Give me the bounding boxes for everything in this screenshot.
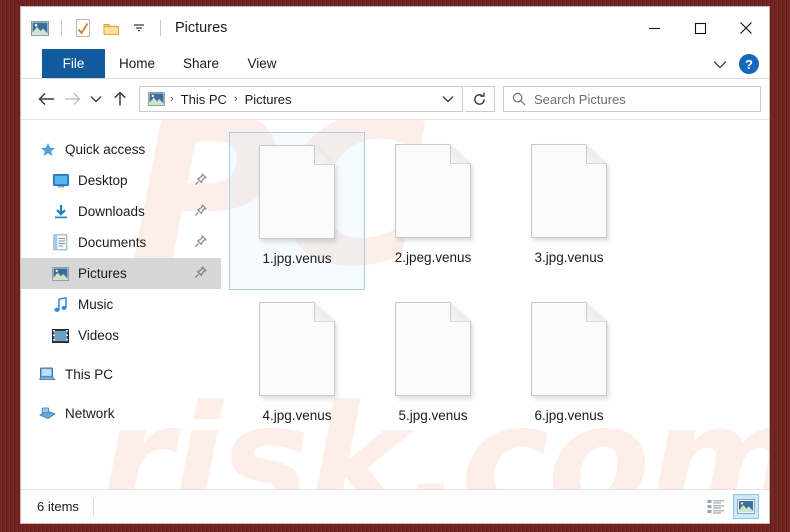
- breadcrumb-bar[interactable]: › This PC › Pictures: [139, 86, 463, 112]
- desktop-icon: [52, 172, 69, 189]
- maximize-button[interactable]: [677, 7, 723, 49]
- pictures-icon: [52, 265, 69, 282]
- recent-locations-chevron-icon[interactable]: [85, 84, 107, 114]
- sidebar-item-downloads[interactable]: Downloads: [21, 196, 221, 227]
- generic-file-icon: [395, 302, 471, 396]
- sidebar-item-label: This PC: [65, 367, 114, 382]
- navigation-pane: Quick access Desktop Downloads Documents…: [21, 120, 221, 489]
- this-pc-icon: [39, 366, 56, 383]
- close-button[interactable]: [723, 7, 769, 49]
- sidebar-item-quick-access[interactable]: Quick access: [21, 134, 221, 165]
- minimize-button[interactable]: [631, 7, 677, 49]
- address-dropdown-chevron-icon[interactable]: [436, 87, 460, 111]
- file-item[interactable]: 3.jpg.venus: [501, 132, 637, 290]
- file-name: 6.jpg.venus: [534, 408, 604, 423]
- file-name: 5.jpg.venus: [398, 408, 468, 423]
- breadcrumb-separator-1[interactable]: ›: [169, 93, 175, 105]
- file-item[interactable]: 4.jpg.venus: [229, 290, 365, 448]
- pin-icon[interactable]: [194, 266, 207, 284]
- sidebar-item-label: Desktop: [78, 173, 128, 188]
- file-name: 2.jpeg.venus: [394, 250, 472, 265]
- pin-icon[interactable]: [194, 235, 207, 253]
- star-icon: [39, 141, 56, 158]
- address-bar: › This PC › Pictures Search Pictures: [21, 79, 769, 119]
- customize-qat-chevron-icon[interactable]: [128, 17, 150, 39]
- generic-file-icon: [259, 145, 335, 239]
- search-box[interactable]: Search Pictures: [503, 86, 761, 112]
- expand-ribbon-chevron-icon[interactable]: [707, 51, 733, 77]
- sidebar-item-label: Documents: [78, 235, 147, 250]
- sidebar-item-network[interactable]: Network: [21, 398, 221, 429]
- generic-file-icon: [531, 302, 607, 396]
- breadcrumb-separator-2[interactable]: ›: [233, 93, 239, 105]
- qat-separator-1: [61, 20, 62, 36]
- sidebar-item-label: Music: [78, 297, 114, 312]
- downloads-icon: [52, 203, 69, 220]
- tab-view[interactable]: View: [233, 49, 291, 78]
- refresh-button[interactable]: [465, 86, 495, 112]
- new-folder-icon[interactable]: [100, 17, 122, 39]
- large-icons-view-button[interactable]: [733, 494, 759, 519]
- sidebar-item-videos[interactable]: Videos: [21, 320, 221, 351]
- sidebar-item-documents[interactable]: Documents: [21, 227, 221, 258]
- tab-file[interactable]: File: [42, 49, 105, 78]
- generic-file-icon: [395, 144, 471, 238]
- pin-icon[interactable]: [194, 173, 207, 191]
- properties-icon[interactable]: [72, 17, 94, 39]
- breadcrumb-pictures-icon: [146, 92, 167, 106]
- file-item[interactable]: 6.jpg.venus: [501, 290, 637, 448]
- tab-share[interactable]: Share: [169, 49, 233, 78]
- quick-access-toolbar: [21, 17, 165, 39]
- pictures-folder-icon[interactable]: [29, 17, 51, 39]
- item-count-label: 6 items: [37, 499, 79, 514]
- desktop-background: Pictures File Home Share View ? › This P…: [0, 0, 790, 532]
- network-icon: [39, 405, 56, 422]
- file-name: 4.jpg.venus: [262, 408, 332, 423]
- help-button[interactable]: ?: [739, 54, 759, 74]
- file-name: 3.jpg.venus: [534, 250, 604, 265]
- breadcrumb-this-pc[interactable]: This PC: [177, 92, 231, 107]
- sidebar-item-desktop[interactable]: Desktop: [21, 165, 221, 196]
- file-list-view[interactable]: 1.jpg.venus 2.jpeg.venus 3.jpg.venus 4.j…: [221, 120, 769, 489]
- tab-home[interactable]: Home: [105, 49, 169, 78]
- back-button[interactable]: [33, 84, 59, 114]
- breadcrumb: › This PC › Pictures: [146, 92, 436, 107]
- window-title: Pictures: [175, 20, 228, 36]
- sidebar-item-label: Network: [65, 406, 115, 421]
- up-button[interactable]: [107, 84, 133, 114]
- title-bar: Pictures: [21, 7, 769, 49]
- file-name: 1.jpg.venus: [262, 251, 332, 266]
- sidebar-item-label: Quick access: [65, 142, 146, 157]
- breadcrumb-pictures[interactable]: Pictures: [241, 92, 296, 107]
- file-item[interactable]: 1.jpg.venus: [229, 132, 365, 290]
- forward-button: [59, 84, 85, 114]
- documents-icon: [52, 234, 69, 251]
- music-icon: [52, 296, 69, 313]
- status-divider: [92, 497, 94, 516]
- sidebar-item-label: Videos: [78, 328, 120, 343]
- search-input[interactable]: Search Pictures: [534, 92, 626, 107]
- search-icon: [512, 92, 526, 106]
- ribbon-right-controls: ?: [707, 49, 765, 79]
- generic-file-icon: [531, 144, 607, 238]
- explorer-body: risk.com PC Quick access: [21, 119, 769, 489]
- view-mode-buttons: [703, 494, 759, 519]
- file-item[interactable]: 2.jpeg.venus: [365, 132, 501, 290]
- sidebar-item-label: Pictures: [78, 266, 127, 281]
- window-controls: [631, 7, 769, 49]
- videos-icon: [52, 327, 69, 344]
- file-grid: 1.jpg.venus 2.jpeg.venus 3.jpg.venus 4.j…: [229, 132, 769, 448]
- sidebar-item-pictures[interactable]: Pictures: [21, 258, 221, 289]
- generic-file-icon: [259, 302, 335, 396]
- details-view-button[interactable]: [703, 494, 729, 519]
- status-bar: 6 items: [21, 489, 769, 523]
- file-item[interactable]: 5.jpg.venus: [365, 290, 501, 448]
- pin-icon[interactable]: [194, 204, 207, 222]
- qat-separator-2: [160, 20, 161, 36]
- file-explorer-window: Pictures File Home Share View ? › This P…: [20, 6, 770, 524]
- sidebar-item-music[interactable]: Music: [21, 289, 221, 320]
- sidebar-item-this-pc[interactable]: This PC: [21, 359, 221, 390]
- ribbon-tab-bar: File Home Share View ?: [21, 49, 769, 79]
- sidebar-item-label: Downloads: [78, 204, 145, 219]
